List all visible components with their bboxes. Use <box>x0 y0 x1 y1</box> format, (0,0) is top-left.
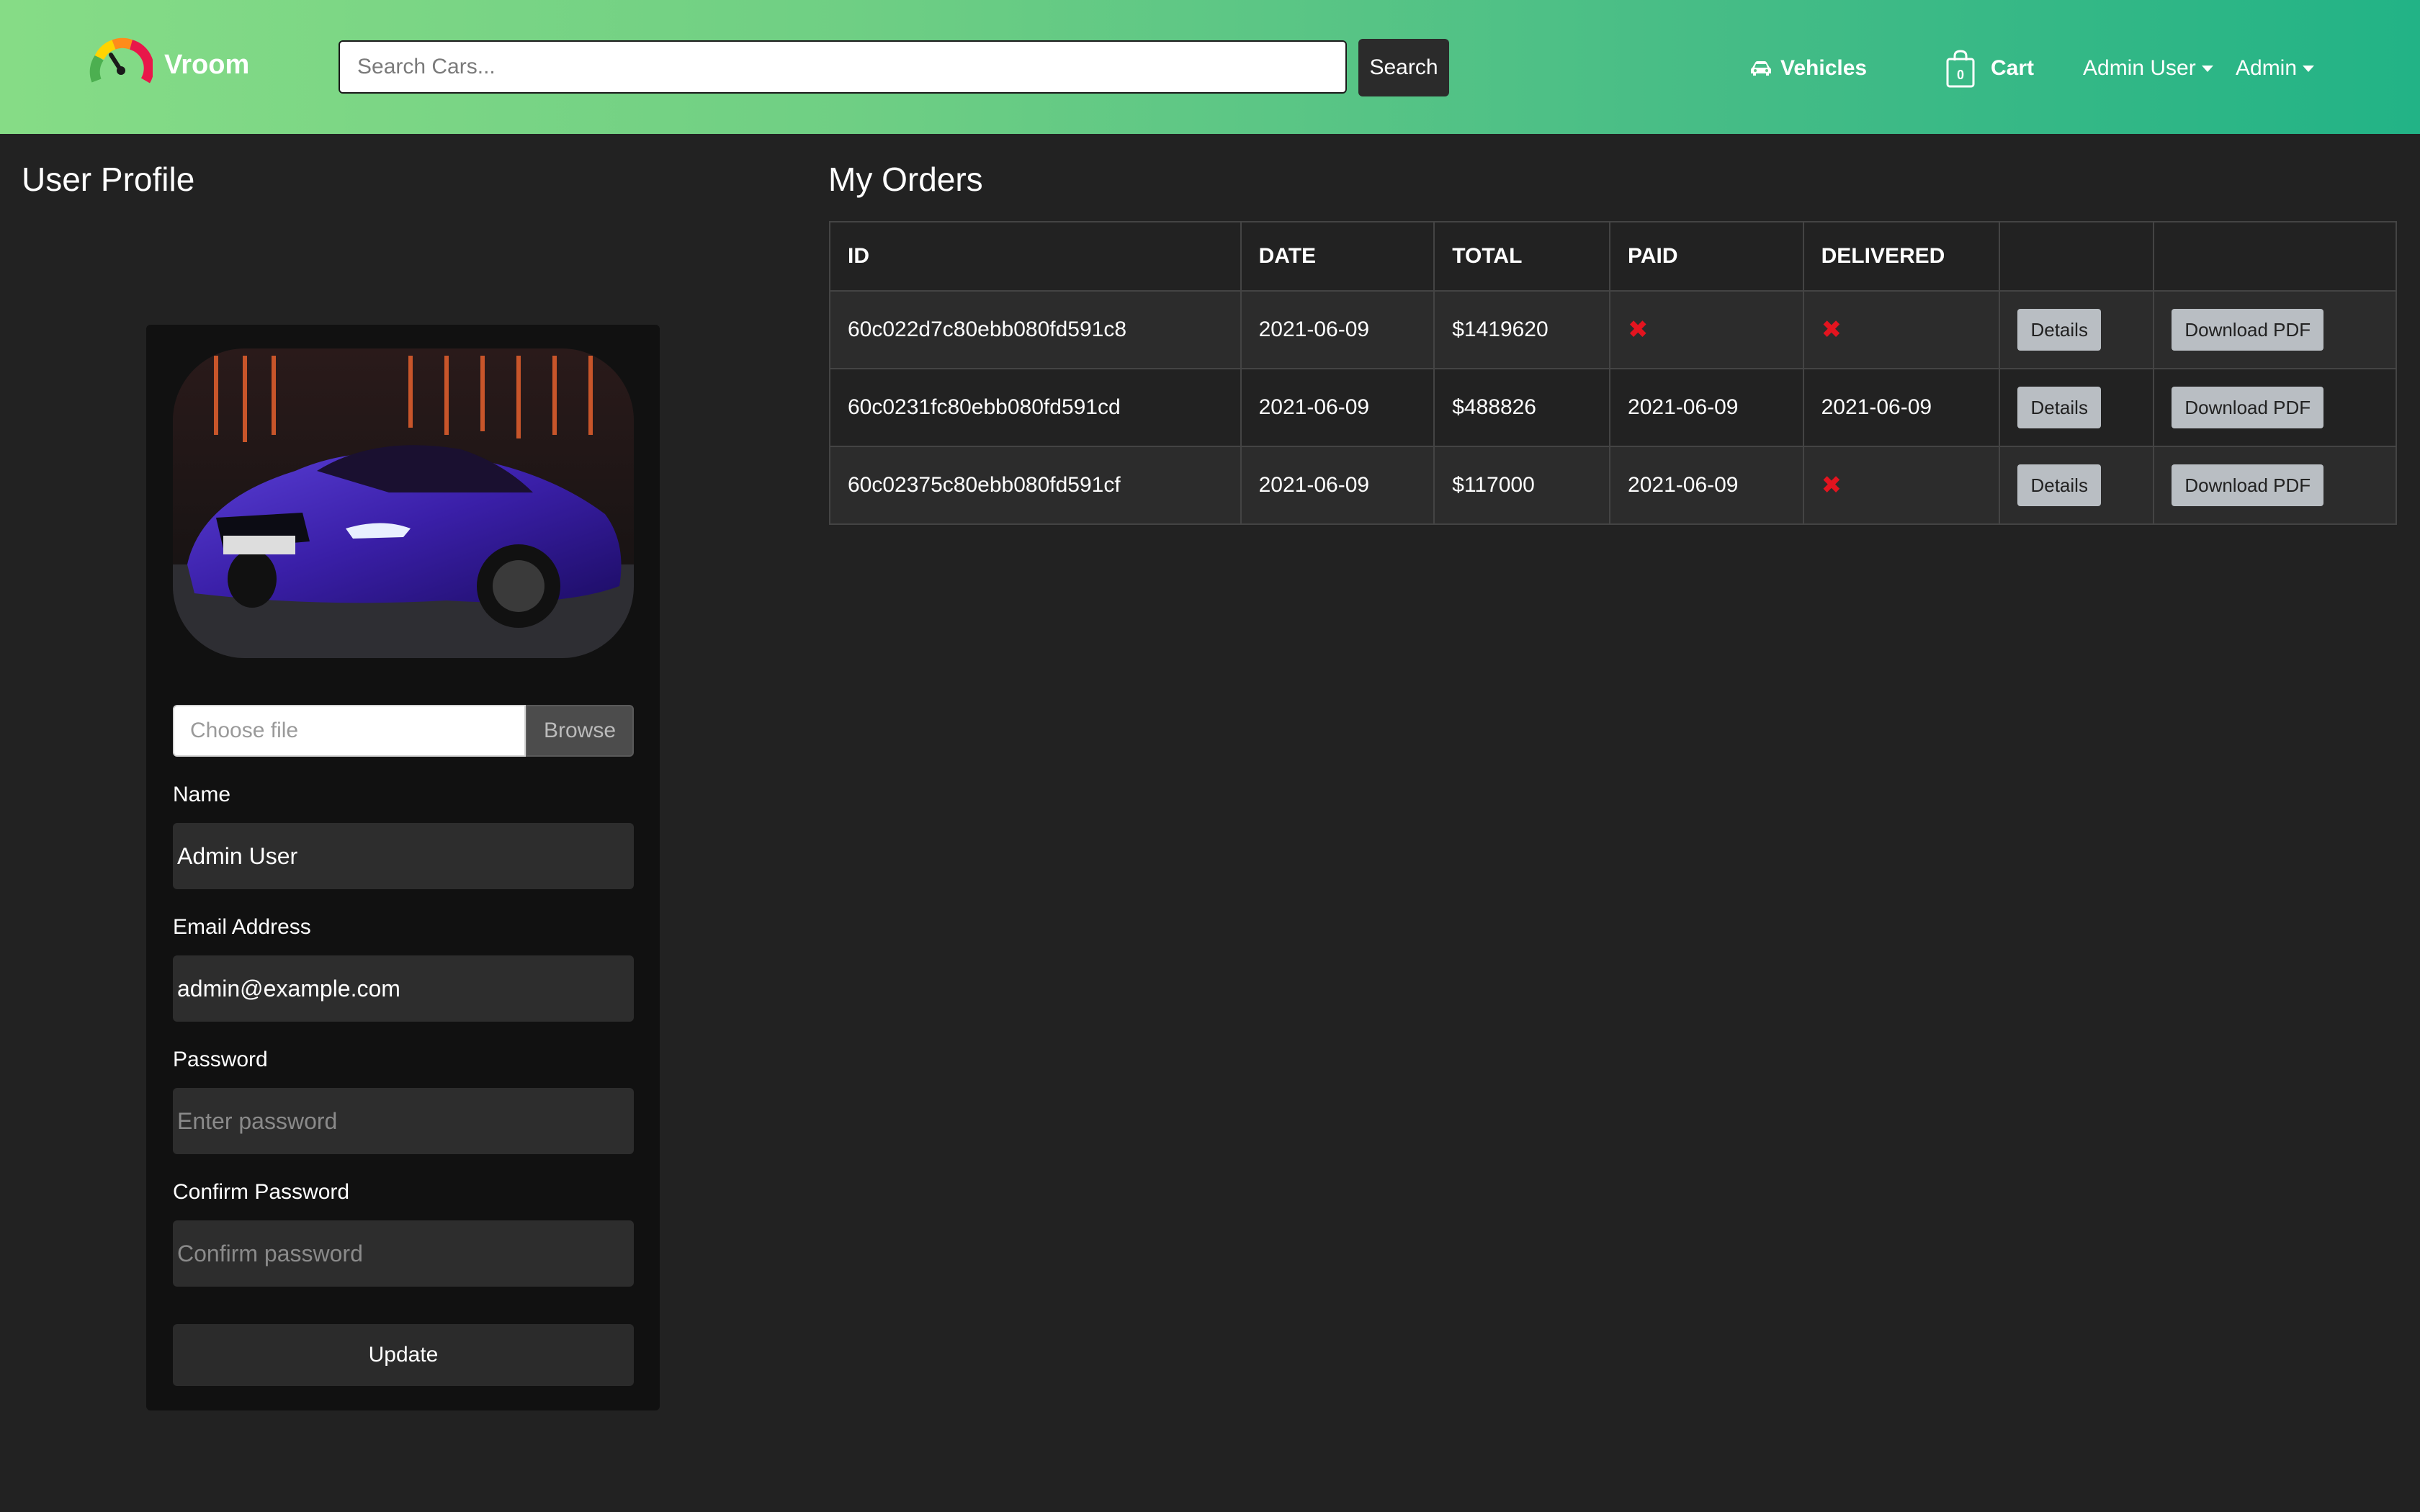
header-total: TOTAL <box>1433 221 1611 292</box>
header-date: DATE <box>1240 221 1435 292</box>
header-pdf <box>2153 221 2397 292</box>
update-button[interactable]: Update <box>173 1324 634 1386</box>
user-menu-dropdown[interactable]: Admin User <box>2083 50 2213 86</box>
order-total: $117000 <box>1433 446 1611 525</box>
chevron-down-icon <box>2303 65 2315 72</box>
cart-count: 0 <box>1957 68 1964 82</box>
order-pdf-cell: Download PDF <box>2153 446 2397 525</box>
details-button[interactable]: Details <box>2017 309 2101 351</box>
table-row: 60c022d7c80ebb080fd591c8 2021-06-09 $141… <box>829 290 2397 369</box>
orders-title: My Orders <box>828 161 983 198</box>
navbar: Vroom Search Vehicles 0 Cart Admin User … <box>0 0 2420 134</box>
chevron-down-icon <box>2201 65 2213 72</box>
file-upload[interactable]: Choose file Browse <box>173 705 634 757</box>
email-field[interactable] <box>173 955 634 1022</box>
order-delivered: ✖ <box>1802 446 2001 525</box>
order-date: 2021-06-09 <box>1240 290 1435 369</box>
profile-card: Choose file Browse Name Email Address Pa… <box>146 325 660 1410</box>
search-input[interactable] <box>339 40 1347 94</box>
car-photo-image <box>173 348 634 658</box>
search-button[interactable]: Search <box>1358 39 1449 96</box>
table-row: 60c02375c80ebb080fd591cf 2021-06-09 $117… <box>829 446 2397 525</box>
email-label: Email Address <box>173 915 311 939</box>
confirm-password-label: Confirm Password <box>173 1180 350 1204</box>
browse-button[interactable]: Browse <box>526 705 634 757</box>
file-input[interactable]: Choose file <box>173 705 526 757</box>
admin-menu-label: Admin <box>2236 56 2298 80</box>
order-details-cell: Details <box>1999 446 2155 525</box>
order-paid: 2021-06-09 <box>1609 368 1804 447</box>
download-pdf-button[interactable]: Download PDF <box>2172 387 2324 428</box>
table-header-row: ID DATE TOTAL PAID DELIVERED <box>829 221 2397 292</box>
name-label: Name <box>173 783 231 806</box>
times-icon: ✖ <box>1821 316 1842 343</box>
order-paid: 2021-06-09 <box>1609 446 1804 525</box>
admin-menu-dropdown[interactable]: Admin <box>2236 50 2315 86</box>
confirm-password-field[interactable] <box>173 1220 634 1287</box>
order-total: $1419620 <box>1433 290 1611 369</box>
details-button[interactable]: Details <box>2017 464 2101 506</box>
header-id: ID <box>829 221 1242 292</box>
order-id: 60c0231fc80ebb080fd591cd <box>829 368 1242 447</box>
shopping-bag-icon: 0 <box>1946 50 1975 88</box>
nav-cart-label: Cart <box>1991 56 2035 80</box>
order-pdf-cell: Download PDF <box>2153 368 2397 447</box>
orders-table: ID DATE TOTAL PAID DELIVERED 60c022d7c80… <box>829 221 2397 525</box>
order-pdf-cell: Download PDF <box>2153 290 2397 369</box>
brand-link[interactable]: Vroom <box>89 36 249 94</box>
password-field[interactable] <box>173 1088 634 1154</box>
order-date: 2021-06-09 <box>1240 446 1435 525</box>
order-id: 60c02375c80ebb080fd591cf <box>829 446 1242 525</box>
times-icon: ✖ <box>1628 316 1649 343</box>
header-delivered: DELIVERED <box>1802 221 2001 292</box>
order-total: $488826 <box>1433 368 1611 447</box>
order-date: 2021-06-09 <box>1240 368 1435 447</box>
header-details <box>1999 221 2155 292</box>
order-details-cell: Details <box>1999 368 2155 447</box>
order-paid: ✖ <box>1609 290 1804 369</box>
download-pdf-button[interactable]: Download PDF <box>2172 309 2324 351</box>
order-id: 60c022d7c80ebb080fd591c8 <box>829 290 1242 369</box>
order-details-cell: Details <box>1999 290 2155 369</box>
profile-title: User Profile <box>22 161 195 198</box>
order-delivered: 2021-06-09 <box>1802 368 2001 447</box>
details-button[interactable]: Details <box>2017 387 2101 428</box>
table-row: 60c0231fc80ebb080fd591cd 2021-06-09 $488… <box>829 368 2397 447</box>
header-paid: PAID <box>1609 221 1804 292</box>
car-icon <box>1751 61 1771 76</box>
profile-image <box>173 348 634 658</box>
speedometer-logo-icon <box>89 37 153 84</box>
download-pdf-button[interactable]: Download PDF <box>2172 464 2324 506</box>
nav-cart[interactable]: 0 Cart <box>1945 50 2035 88</box>
brand-name: Vroom <box>164 49 250 80</box>
password-label: Password <box>173 1048 268 1071</box>
times-icon: ✖ <box>1821 472 1842 499</box>
order-delivered: ✖ <box>1802 290 2001 369</box>
nav-vehicles[interactable]: Vehicles <box>1750 50 1867 86</box>
nav-vehicles-label: Vehicles <box>1780 56 1868 80</box>
user-menu-label: Admin User <box>2083 56 2196 80</box>
name-field[interactable] <box>173 823 634 889</box>
